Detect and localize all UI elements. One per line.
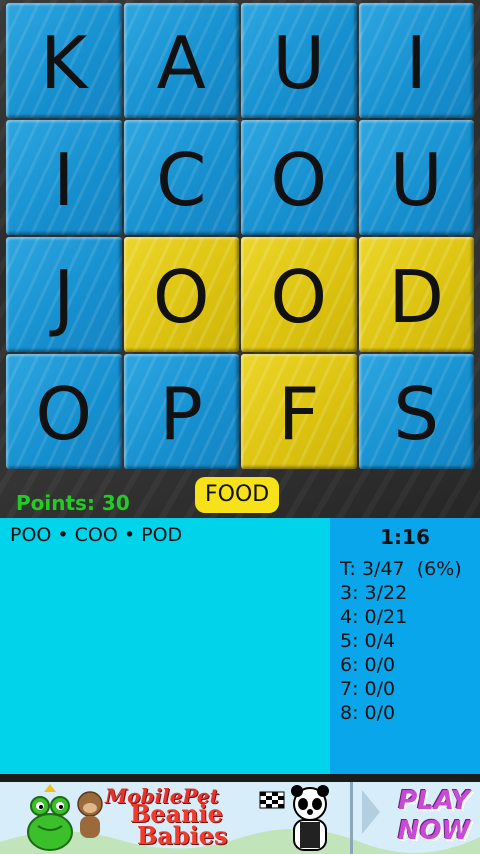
tile-r3-c1[interactable]: J: [6, 237, 122, 352]
tile-r1-c2[interactable]: A: [123, 3, 239, 118]
stats-panel: 1:16 T: 3/47 (6%) 3: 3/22 4: 0/21 5: 0/4…: [330, 518, 480, 774]
checkered-flag-icon: [259, 791, 285, 809]
tile-r3-c3[interactable]: O: [241, 237, 357, 352]
tile-letter: U: [272, 20, 326, 105]
tile-r4-c3[interactable]: F: [241, 354, 357, 469]
tile-letter: D: [388, 254, 444, 339]
panda-mascot-icon: [291, 785, 329, 851]
stat-5-letter: 5: 0/4: [340, 630, 396, 652]
current-word-badge: FOOD: [195, 477, 280, 513]
ad-banner[interactable]: MobilePet Beanie Babies PLAY NOW: [0, 782, 480, 854]
tile-letter: O: [35, 371, 93, 456]
tile-r4-c4[interactable]: S: [358, 354, 474, 469]
tile-letter: O: [270, 254, 328, 339]
tile-r1-c3[interactable]: U: [241, 3, 357, 118]
divider: [0, 774, 480, 782]
points-label: Points: 30: [16, 491, 130, 515]
tile-r2-c1[interactable]: I: [6, 120, 122, 235]
stat-8-letter: 8: 0/0: [340, 702, 396, 724]
tile-letter: U: [389, 137, 443, 222]
found-words-panel: POO • COO • POD: [0, 518, 330, 774]
tile-r1-c4[interactable]: I: [358, 3, 474, 118]
ad-product-line2: Babies: [137, 821, 228, 850]
ad-play-now-button[interactable]: PLAY NOW: [388, 786, 480, 846]
tile-letter: F: [278, 371, 320, 456]
timer: 1:16: [380, 525, 430, 549]
tile-letter: O: [152, 254, 210, 339]
tile-letter: J: [53, 254, 75, 339]
tile-letter: A: [156, 20, 206, 105]
game-board-area: K A U I I C O U J O O D O P F S Points: …: [0, 0, 480, 518]
tile-r3-c2[interactable]: O: [123, 237, 239, 352]
tile-r2-c4[interactable]: U: [358, 120, 474, 235]
tile-letter: O: [270, 137, 328, 222]
monkey-mascot-icon: [77, 791, 103, 838]
tile-letter: P: [159, 371, 203, 456]
tile-r2-c2[interactable]: C: [123, 120, 239, 235]
stat-7-letter: 7: 0/0: [340, 678, 396, 700]
found-words-list: POO • COO • POD: [10, 524, 183, 546]
tile-r1-c1[interactable]: K: [6, 3, 122, 118]
stat-4-letter: 4: 0/21: [340, 606, 408, 628]
tile-r3-c4[interactable]: D: [358, 237, 474, 352]
ad-cta-line2: NOW: [397, 816, 471, 846]
letter-grid: K A U I I C O U J O O D O P F S: [5, 2, 475, 470]
tile-r4-c1[interactable]: O: [6, 354, 122, 469]
stat-total: T: 3/47 (6%): [340, 558, 462, 580]
tile-r2-c3[interactable]: O: [241, 120, 357, 235]
tile-letter: I: [53, 137, 75, 222]
stat-6-letter: 6: 0/0: [340, 654, 396, 676]
tile-letter: K: [40, 20, 88, 105]
tile-r4-c2[interactable]: P: [123, 354, 239, 469]
tile-letter: I: [405, 20, 427, 105]
stat-3-letter: 3: 3/22: [340, 582, 408, 604]
ad-cta-line1: PLAY: [398, 786, 470, 816]
tile-letter: S: [393, 371, 440, 456]
tile-letter: C: [156, 137, 207, 222]
